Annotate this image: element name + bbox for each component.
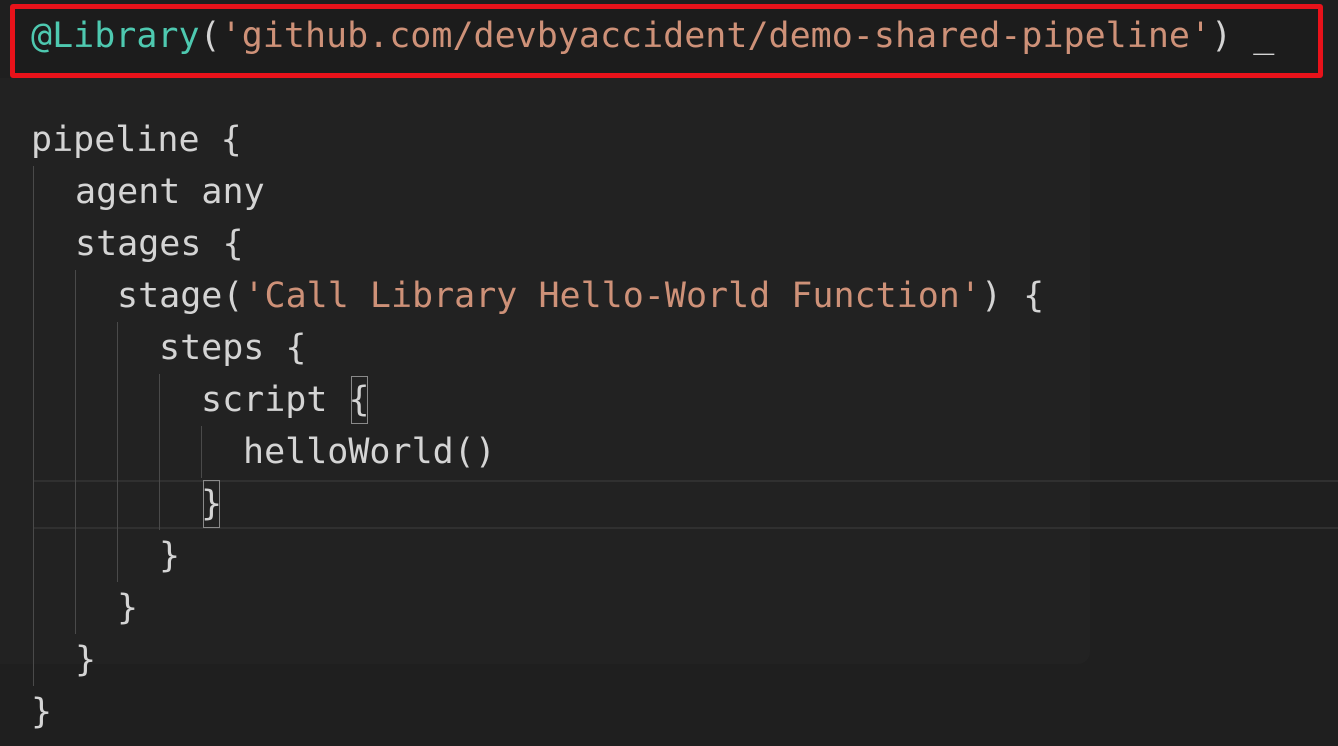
script-keyword: script	[201, 380, 349, 420]
code-line-stage-close: }	[117, 588, 139, 628]
text-cursor: _	[1253, 16, 1275, 56]
stage-keyword: stage	[117, 276, 223, 316]
code-line-helloworld: helloWorld()	[243, 432, 496, 472]
library-path-string: 'github.com/devbyaccident/demo-shared-pi…	[220, 16, 1212, 56]
code-line-stages-close: }	[75, 640, 97, 680]
matched-close-brace: }	[201, 478, 222, 530]
code-editor-screenshot: @Library('github.com/devbyaccident/demo-…	[0, 0, 1338, 746]
stage-open-paren: (	[222, 276, 244, 316]
code-line-script: script {	[201, 374, 370, 426]
code-line-stages: stages {	[75, 224, 244, 264]
code-line-script-close: }	[201, 478, 222, 530]
open-paren-token: (	[199, 16, 221, 56]
code-line-steps-close: }	[159, 536, 181, 576]
code-line-pipeline-close: }	[31, 692, 53, 732]
code-line-pipeline: pipeline {	[31, 120, 242, 160]
stage-close-paren: ) {	[980, 276, 1045, 316]
matched-open-brace: {	[349, 374, 370, 426]
code-line-stage: stage('Call Library Hello-World Function…	[117, 270, 1044, 322]
stage-name-string: 'Call Library Hello-World Function'	[243, 276, 981, 316]
code-area[interactable]: @Library('github.com/devbyaccident/demo-…	[0, 0, 1338, 746]
code-line-library: @Library('github.com/devbyaccident/demo-…	[31, 10, 1274, 62]
code-line-agent: agent any	[75, 172, 265, 212]
code-line-steps: steps {	[159, 328, 307, 368]
annotation-token: @Library	[31, 16, 200, 56]
close-paren-token: )	[1211, 16, 1233, 56]
